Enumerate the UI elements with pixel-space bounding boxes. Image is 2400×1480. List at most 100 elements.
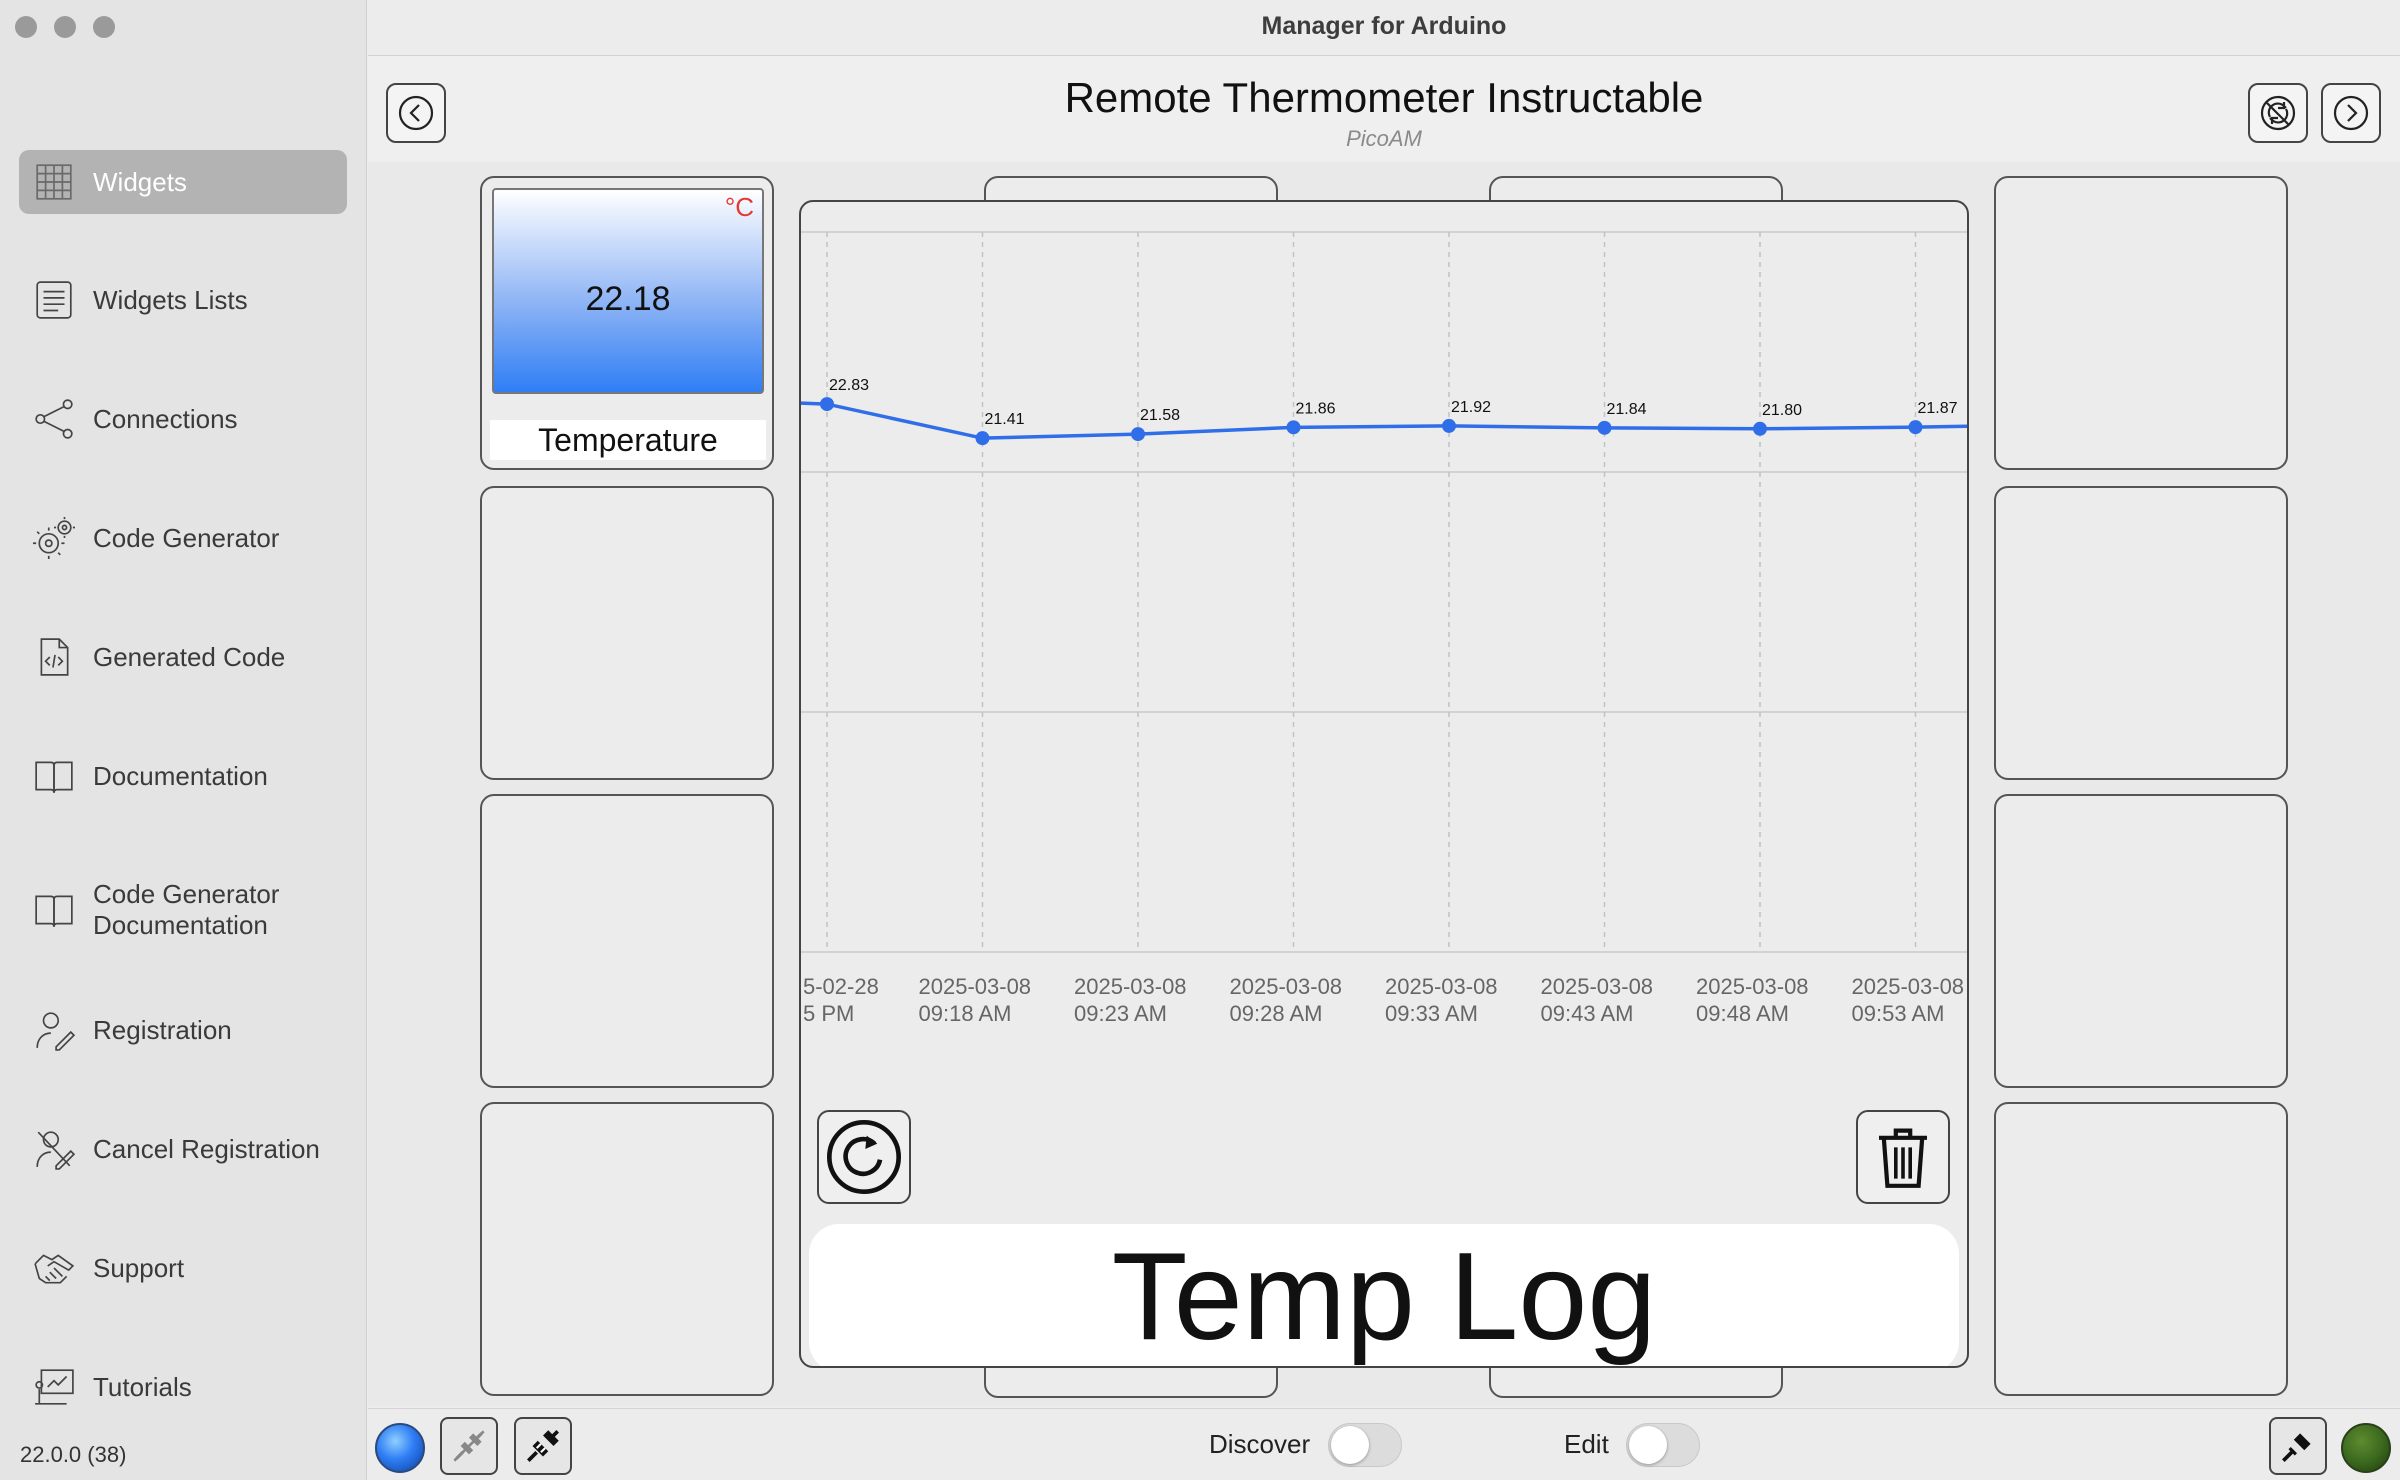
person-sign-icon [31,1007,77,1053]
temperature-gauge: °C 22.18 [492,188,764,394]
plug-connect-icon [527,1430,559,1462]
person-cancel-icon [31,1126,77,1172]
sidebar-item-connections[interactable]: Connections [19,387,347,451]
sidebar-item-label: Code Generator [93,522,280,553]
code-file-icon [31,634,77,680]
empty-widget-slot[interactable] [480,1102,774,1396]
empty-widget-slot[interactable] [1994,1102,2288,1396]
chart-tick-label: 2025-03-08 [1852,974,1965,999]
delete-log-button[interactable] [1856,1110,1950,1204]
page-subtitle: PicoAM [1346,126,1422,151]
connection-status-indicator[interactable] [375,1423,425,1473]
chart-point [1131,427,1145,442]
sidebar-item-label: Registration [93,1014,232,1045]
chart-data-label: 21.86 [1295,400,1335,417]
edit-label: Edit [1564,1429,1609,1459]
sync-button[interactable] [2248,83,2308,143]
sidebar-item-label: Support [93,1252,185,1283]
sidebar-item-generated-code[interactable]: Generated Code [19,625,347,689]
chart-tick-label: 2025-03-08 [1230,974,1343,999]
share-nodes-icon [31,396,77,442]
refresh-button[interactable] [817,1110,911,1204]
chart-data-label: 21.87 [1917,400,1957,417]
sidebar-item-label: Widgets [93,166,187,197]
microphone-button[interactable] [2269,1417,2327,1475]
chart-point [975,431,990,446]
sidebar: Widgets Widgets Lists Connections Code G… [0,0,367,1480]
temperature-widget[interactable]: °C 22.18 Temperature [480,176,774,470]
microphone-icon [2282,1433,2311,1462]
chart-tick-label: 2025-03-08 [1696,974,1809,999]
book-icon [31,887,77,933]
chart-data-label: 22.83 [829,377,869,394]
empty-widget-slot[interactable] [480,486,774,780]
sidebar-item-code-generator[interactable]: Code Generator [19,506,347,570]
book-icon [31,753,77,799]
empty-widget-slot[interactable] [480,794,774,1088]
handshake-icon [31,1245,77,1291]
empty-widget-slot[interactable] [1994,794,2288,1088]
chevron-right-icon [2333,95,2369,131]
forward-button[interactable] [2321,83,2381,143]
toggle-knob [1629,1426,1667,1464]
sidebar-item-cancel-registration[interactable]: Cancel Registration [19,1117,347,1181]
bottom-toolbar: Discover Edit [368,1408,2400,1480]
chart-tick-label: 09:48 AM [1696,1001,1789,1026]
chart-tick-label: 2025-03-08 [1385,974,1498,999]
sidebar-item-tutorials[interactable]: Tutorials [19,1355,347,1419]
grid-icon [31,159,77,205]
connect-button[interactable] [514,1417,572,1475]
sidebar-item-registration[interactable]: Registration [19,998,347,1062]
page-header: Remote Thermometer Instructable PicoAM [368,56,2400,162]
close-window-button[interactable] [15,16,37,38]
chart-data-label: 21.84 [1606,401,1646,418]
list-icon [31,277,77,323]
chart-tick-label: 2025-03-08 [919,974,1032,999]
sidebar-item-label: Generated Code [93,641,286,672]
temp-log-chart: 22.83 21.41 21.58 21.86 21.92 21.84 21.80 21.87… [801,231,1967,1026]
page-title: Remote Thermometer Instructable [1064,74,1704,121]
chart-tick-label: 09:43 AM [1541,1001,1634,1026]
window-title: Manager for Arduino [368,0,2400,56]
empty-widget-slot[interactable] [1994,486,2288,780]
zoom-window-button[interactable] [93,16,115,38]
chart-tick-label: 09:18 AM [919,1001,1012,1026]
sidebar-item-label: Code Generator Documentation [93,879,280,940]
sidebar-item-label: Cancel Registration [93,1133,320,1164]
version-label: 22.0.0 (38) [20,1442,127,1467]
chart-tick-label: 2025-03-08 [1541,974,1654,999]
plug-disconnected-icon [453,1430,485,1462]
chart-tick-label: 5 PM [803,1001,854,1026]
presentation-icon [31,1364,77,1410]
temperature-value: 22.18 [585,280,671,318]
status-led-indicator [2341,1423,2391,1473]
minimize-window-button[interactable] [54,16,76,38]
edit-toggle[interactable] [1626,1423,1700,1467]
chart-data-label: 21.92 [1451,399,1491,416]
chart-tick-label: 2025-03-08 [1074,974,1187,999]
sidebar-item-support[interactable]: Support [19,1236,347,1300]
discover-toggle[interactable] [1328,1423,1402,1467]
sidebar-item-documentation[interactable]: Documentation [19,744,347,808]
gears-icon [31,515,77,561]
chart-point [1753,421,1767,436]
chart-point [1908,420,1923,435]
temp-log-widget[interactable]: 22.83 21.41 21.58 21.86 21.92 21.84 21.80 21.87… [799,200,1969,1368]
chart-tick-label: 09:53 AM [1852,1001,1945,1026]
sidebar-item-label: Connections [93,403,238,434]
temperature-unit: °C [724,192,754,222]
sidebar-item-widgets-lists[interactable]: Widgets Lists [19,268,347,332]
chart-data-label: 21.41 [984,411,1024,428]
discover-label: Discover [1209,1429,1311,1459]
disconnect-button[interactable] [440,1417,498,1475]
widget-grid: °C 22.18 Temperature 22.83 21.41 21.58 21.8… [368,162,2400,1406]
empty-widget-slot[interactable] [1994,176,2288,470]
chart-point [1286,420,1301,435]
sidebar-item-label: Widgets Lists [93,284,248,315]
sidebar-item-code-generator-documentation[interactable]: Code Generator Documentation [19,870,347,950]
sidebar-item-widgets[interactable]: Widgets [19,150,347,214]
chart-tick-label: 09:33 AM [1385,1001,1478,1026]
refresh-icon [827,1120,901,1194]
temp-log-title: Temp Log [809,1224,1959,1366]
trash-icon [1879,1128,1927,1188]
